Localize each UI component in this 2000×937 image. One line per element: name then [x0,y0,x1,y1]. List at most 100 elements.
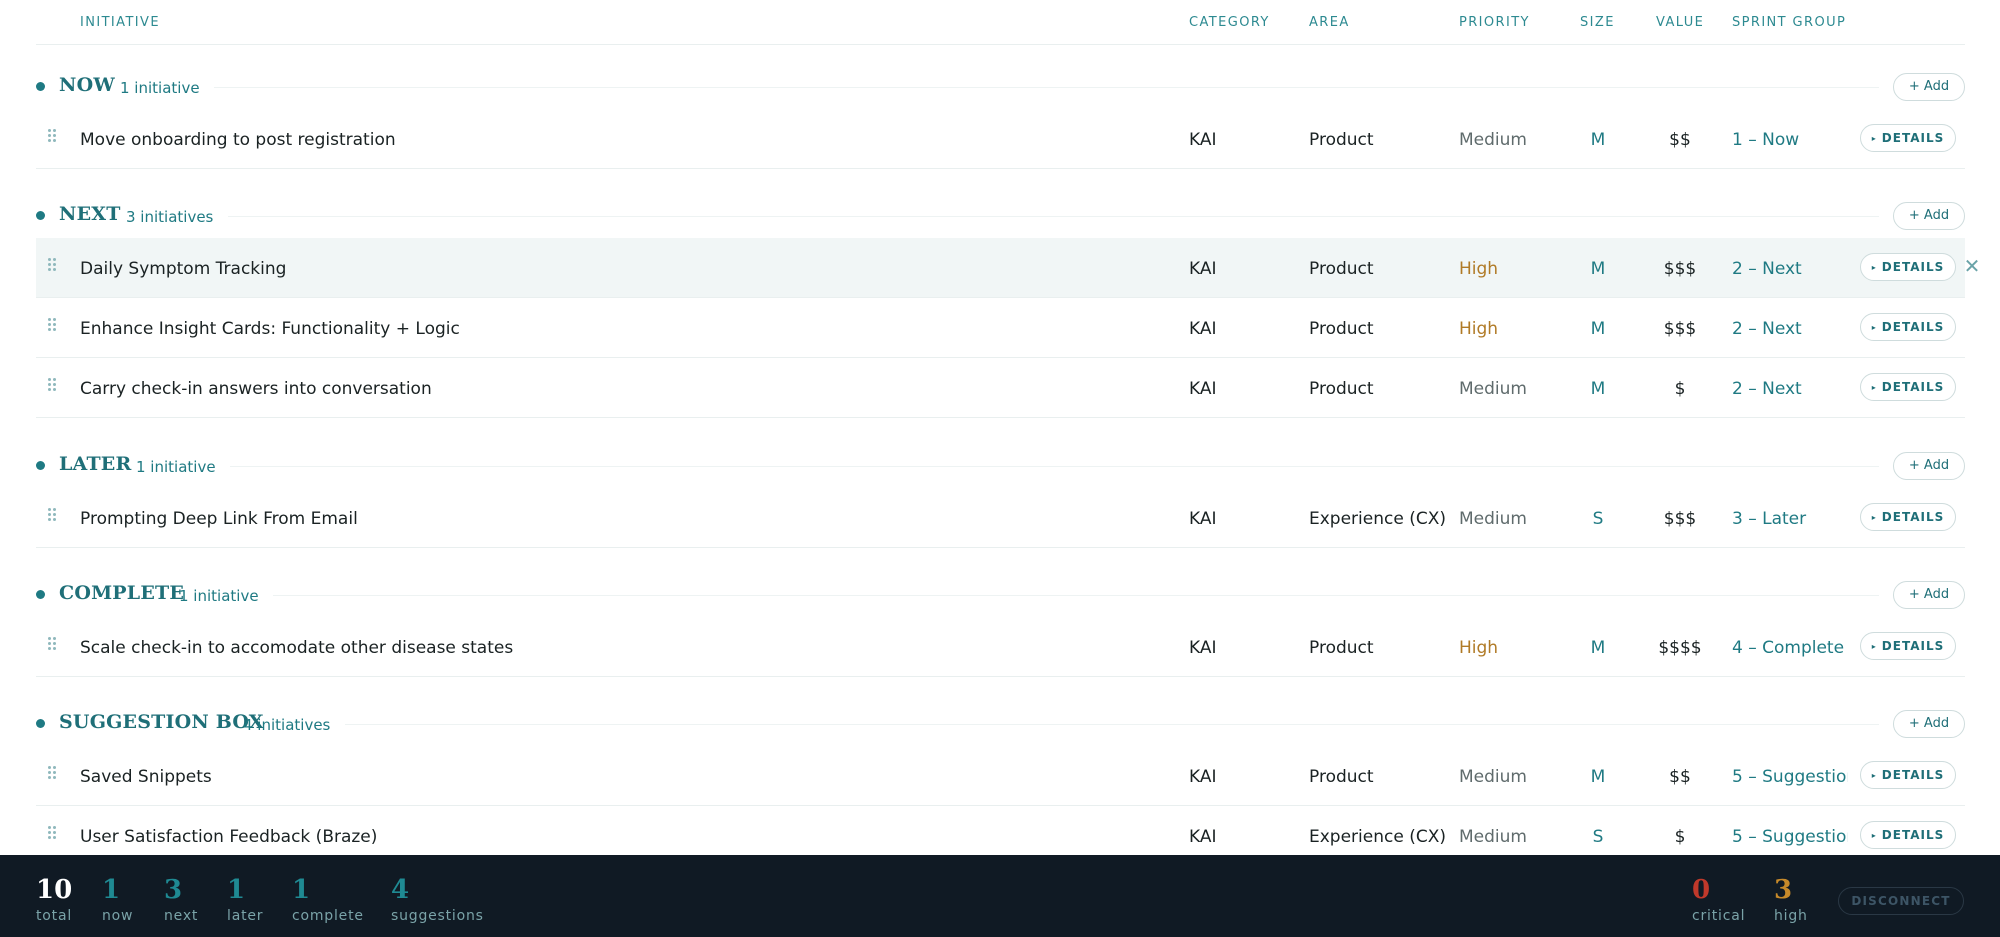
add-initiative-button[interactable]: + Add [1893,581,1965,609]
drag-handle-icon[interactable] [48,378,58,394]
details-label: DETAILS [1881,131,1945,145]
drag-handle-icon[interactable] [48,129,58,145]
group-header: NEXT 3 initiatives + Add [36,194,1965,238]
details-button[interactable]: ▸ DETAILS [1860,761,1956,789]
stat-total-label: total [36,908,73,924]
group-header: NOW 1 initiative + Add [36,65,1965,109]
stat-now-label: now [102,908,134,924]
initiative-row[interactable]: Carry check-in answers into conversation… [36,358,1965,418]
stat-suggestions: 4 suggestions [391,875,484,924]
details-button[interactable]: ▸ DETAILS [1860,821,1956,849]
initiative-area: Product [1309,638,1374,658]
initiative-row[interactable]: Scale check-in to accomodate other disea… [36,617,1965,677]
initiative-sprint-group: 3 – Later [1732,509,1807,529]
initiative-name: Saved Snippets [80,767,212,787]
initiative-priority: Medium [1459,509,1527,529]
initiative-name: Enhance Insight Cards: Functionality + L… [80,319,460,339]
initiative-value: $$$ [1663,509,1697,529]
group-title: SUGGESTION BOX [59,711,264,733]
disconnect-button[interactable]: DISCONNECT [1838,887,1964,915]
initiative-row[interactable]: Enhance Insight Cards: Functionality + L… [36,298,1965,358]
group-count: 1 initiative [179,587,259,605]
stat-later-value: 1 [227,875,246,905]
initiative-name: Scale check-in to accomodate other disea… [80,638,514,658]
initiative-row[interactable]: Move onboarding to post registration KAI P… [36,109,1965,169]
initiative-row[interactable]: Prompting Deep Link From Email KAI Experie… [36,488,1965,548]
details-button[interactable]: ▸ DETAILS [1860,632,1956,660]
column-header-area: AREA [1309,15,1350,30]
details-label: DETAILS [1881,768,1945,782]
group-divider [273,595,1879,596]
drag-handle-icon[interactable] [48,826,58,842]
initiative-sprint-group: 2 – Next [1732,319,1802,339]
initiative-category: KAI [1189,319,1217,339]
group-title: NEXT [59,203,121,225]
triangle-right-icon: ▸ [1871,831,1877,840]
initiative-priority: Medium [1459,130,1527,150]
add-initiative-button[interactable]: + Add [1893,202,1965,230]
add-initiative-button[interactable]: + Add [1893,452,1965,480]
initiative-area: Experience (CX) [1309,827,1446,847]
column-header-value: VALUE [1656,15,1705,30]
initiative-row[interactable]: Saved Snippets KAI Product Medium M $$ 5 – Sug… [36,746,1965,806]
initiative-name: Daily Symptom Tracking [80,259,287,279]
stat-high-value: 3 [1774,875,1793,905]
group-bullet-icon [36,82,45,91]
drag-handle-icon[interactable] [48,766,58,782]
add-initiative-button[interactable]: + Add [1893,73,1965,101]
stat-complete: 1 complete [292,875,364,924]
initiative-category: KAI [1189,379,1217,399]
group-count: 1 initiative [136,458,216,476]
initiative-area: Experience (CX) [1309,509,1446,529]
initiative-sprint-group: 4 – Complete [1732,638,1845,658]
details-label: DETAILS [1881,510,1945,524]
initiative-value: $ [1674,379,1686,399]
stat-suggestions-value: 4 [391,875,410,905]
group-bullet-icon [36,461,45,470]
details-button[interactable]: ▸ DETAILS [1860,124,1956,152]
stat-total: 10 total [36,875,72,924]
initiative-row[interactable]: Daily Symptom Tracking KAI Product High M $$$… [36,238,1980,298]
table-header: INITIATIVE CATEGORY AREA PRIORITY SIZE V… [36,0,1965,45]
group-header: LATER 1 initiative + Add [36,444,1965,488]
stat-high: 3 high [1774,875,1808,924]
stat-critical: 0 critical [1692,875,1745,924]
initiative-sprint-group: 2 – Next [1732,379,1802,399]
initiative-value: $ [1674,827,1686,847]
details-button[interactable]: ▸ DETAILS [1860,253,1956,281]
initiative-name: Prompting Deep Link From Email [80,509,358,529]
details-button[interactable]: ▸ DETAILS [1860,313,1956,341]
details-button[interactable]: ▸ DETAILS [1860,503,1956,531]
stat-suggestions-label: suggestions [391,908,484,924]
initiative-category: KAI [1189,509,1217,529]
initiative-priority: High [1459,259,1499,279]
drag-handle-icon[interactable] [48,258,58,274]
initiative-priority: High [1459,638,1499,658]
group-header: COMPLETE 1 initiative + Add [36,573,1965,617]
drag-handle-icon[interactable] [48,508,58,524]
details-label: DETAILS [1881,828,1945,842]
drag-handle-icon[interactable] [48,318,58,334]
group-count: 1 initiative [120,79,200,97]
initiative-size: S [1592,509,1604,529]
group-count: 4 initiatives [243,716,331,734]
group-bullet-icon [36,590,45,599]
stat-now-value: 1 [102,875,121,905]
drag-handle-icon[interactable] [48,637,58,653]
column-header-sprint-group: SPRINT GROUP [1732,15,1847,30]
group-divider [230,466,1879,467]
column-header-initiative: INITIATIVE [80,15,160,30]
initiative-priority: Medium [1459,767,1527,787]
initiative-category: KAI [1189,767,1217,787]
initiative-category: KAI [1189,638,1217,658]
initiative-size: M [1590,638,1606,658]
close-icon[interactable]: ✕ [1962,254,1982,278]
add-initiative-button[interactable]: + Add [1893,710,1965,738]
initiative-size: M [1590,319,1606,339]
initiative-value: $$$ [1663,259,1697,279]
stat-now: 1 now [102,875,133,924]
initiative-area: Product [1309,767,1374,787]
initiative-value: $$ [1669,767,1691,787]
group-title: LATER [59,453,132,475]
details-button[interactable]: ▸ DETAILS [1860,373,1956,401]
